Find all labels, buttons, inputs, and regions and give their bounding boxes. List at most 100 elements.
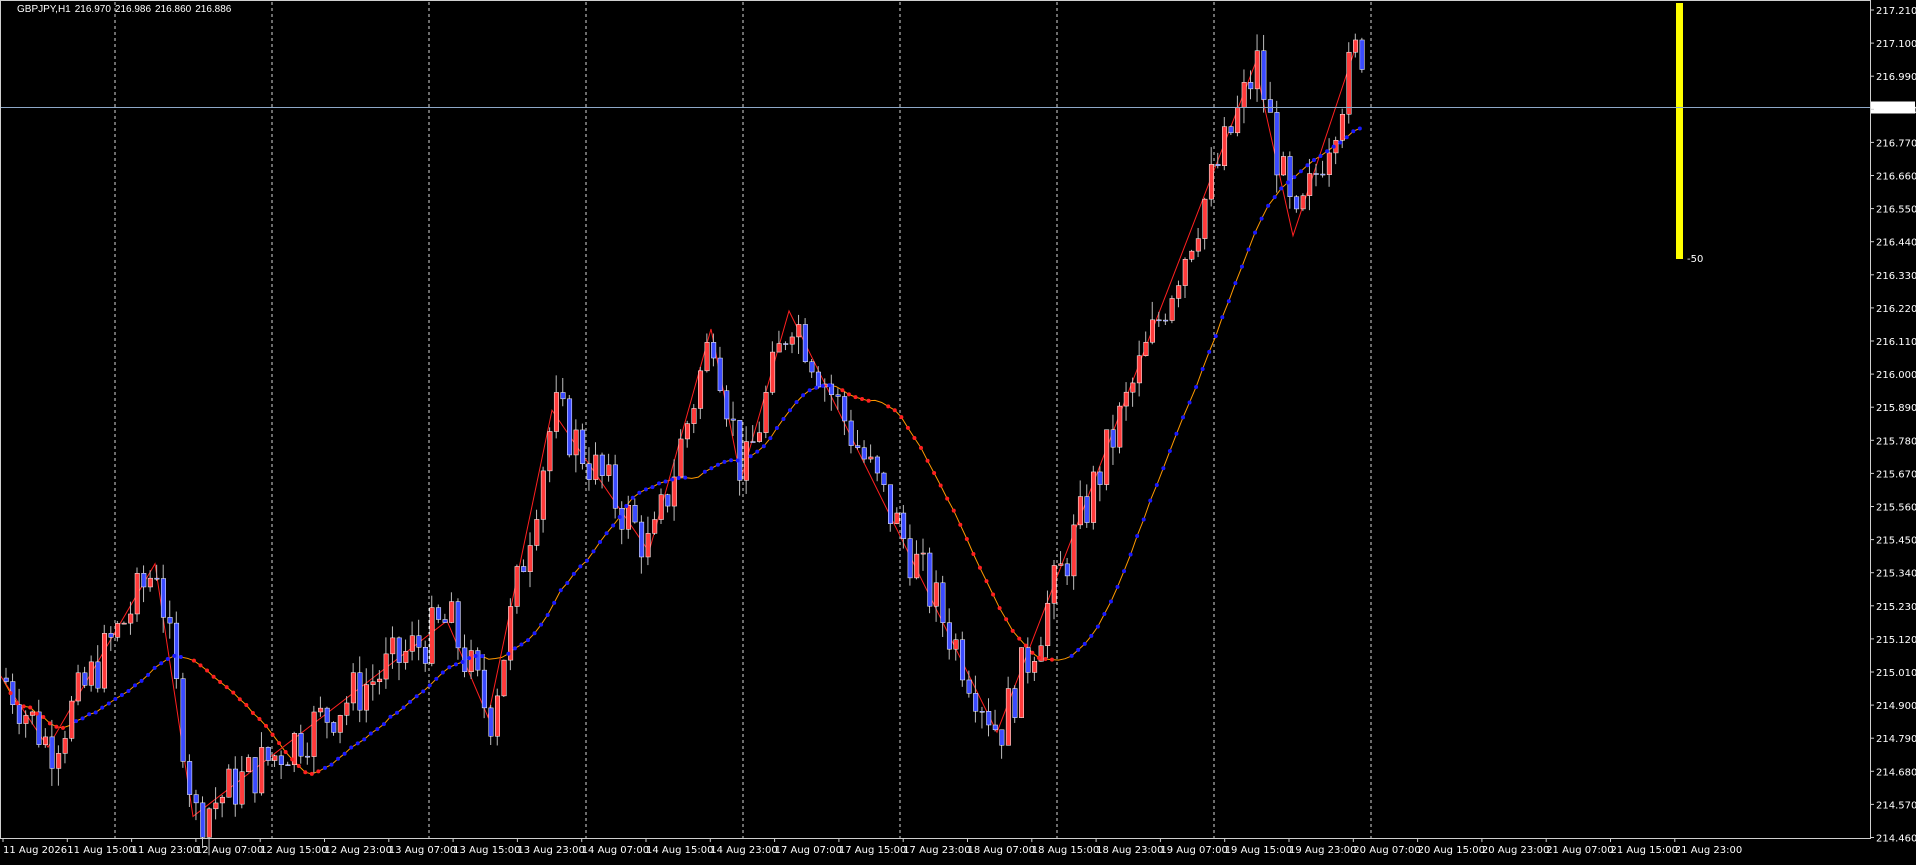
- price-axis-label: 217.210: [1876, 6, 1916, 17]
- candle-bear: [1163, 319, 1169, 322]
- trend-dot-down: [250, 711, 255, 716]
- candle-bear: [665, 494, 671, 507]
- trend-dot-up: [1108, 599, 1113, 604]
- trend-dot-down: [964, 536, 969, 541]
- trend-dot-up: [1292, 175, 1297, 180]
- trend-dot-down: [1017, 636, 1022, 641]
- trend-dot-up: [1285, 180, 1290, 185]
- candle-bull: [606, 464, 612, 476]
- trend-dot-down: [191, 658, 196, 663]
- axes-layer[interactable]: 217.210 217.100 216.990 216.880 216.770 216.6…: [0, 0, 1916, 857]
- candle-bull: [1045, 603, 1051, 647]
- trend-dot-up: [1272, 195, 1277, 200]
- time-axis-label: 20 Aug 15:00: [1418, 845, 1485, 856]
- time-axis-label: 12 Aug 15:00: [260, 845, 327, 856]
- trend-dot-up: [368, 731, 373, 736]
- candle-bear: [396, 637, 402, 663]
- price-axis-label: 216.550: [1876, 205, 1916, 216]
- candle-bull: [62, 738, 68, 754]
- trend-dot-up: [1266, 203, 1271, 208]
- candle-bull: [1150, 319, 1155, 343]
- chart-window[interactable]: -50 216.886 217.210 217.100 216.990 216.880…: [0, 0, 1916, 865]
- trend-dot-up: [1246, 247, 1251, 252]
- trend-dot-down: [971, 551, 976, 556]
- trend-dot-up: [630, 495, 635, 500]
- candle-bull: [1307, 173, 1313, 196]
- trend-dot-down: [866, 398, 871, 403]
- candle-bull: [514, 566, 520, 607]
- candle-bear: [1320, 173, 1326, 176]
- trend-dot-down: [264, 723, 268, 728]
- candle-bear: [750, 441, 756, 443]
- candle-bear: [999, 729, 1005, 746]
- candle-bull: [1051, 565, 1057, 604]
- trend-dot-down: [41, 714, 46, 719]
- candle-bull: [704, 342, 710, 372]
- trend-dot-up: [774, 425, 779, 430]
- candle-bull: [1077, 496, 1083, 526]
- trend-dot-down: [309, 771, 314, 776]
- trend-dot-up: [165, 657, 170, 662]
- candle-bear: [986, 711, 992, 726]
- candle-bull: [390, 637, 396, 655]
- candle-bear: [95, 661, 101, 689]
- candle-bear: [1313, 173, 1319, 175]
- candle-bull: [206, 808, 212, 838]
- price-axis-label: 215.230: [1876, 602, 1916, 613]
- candle-bear: [946, 622, 952, 650]
- trend-dot-down: [892, 408, 897, 413]
- candle-bear: [1267, 99, 1273, 113]
- price-axis-label: 216.110: [1876, 337, 1916, 348]
- candle-bear: [180, 678, 186, 762]
- candle-bull: [56, 753, 62, 769]
- trend-dot-down: [932, 471, 937, 476]
- trend-dot-up: [1305, 163, 1310, 168]
- candle-bear: [966, 679, 972, 694]
- candle-bull: [69, 700, 75, 739]
- candle-bear: [475, 650, 481, 671]
- open-price: 216.970: [74, 4, 111, 15]
- time-axis-label: 14 Aug 23:00: [710, 845, 777, 856]
- trend-dot-up: [1200, 367, 1205, 372]
- trend-dot-down: [925, 458, 930, 463]
- candle-bull: [350, 672, 356, 704]
- trend-dot-down: [919, 445, 923, 450]
- candle-bull: [547, 431, 553, 472]
- grid-layer: [114, 2, 1372, 838]
- candle-bear: [881, 472, 887, 485]
- candle-bull: [933, 582, 939, 607]
- candle-bull: [495, 695, 500, 737]
- candle-bear: [174, 622, 180, 679]
- price-axis-label: 216.330: [1876, 271, 1916, 282]
- candle-bear: [265, 747, 271, 761]
- trend-dot-up: [624, 503, 629, 508]
- candle-bear: [1156, 319, 1162, 322]
- candle-bull: [776, 343, 782, 353]
- candle-bull: [370, 681, 376, 685]
- trend-dot-down: [853, 395, 858, 400]
- trend-dot-down: [951, 508, 956, 513]
- candle-bear: [1261, 50, 1267, 100]
- trend-dot-up: [440, 670, 445, 675]
- trend-dot-down: [34, 711, 39, 716]
- low-price: 216.860: [155, 4, 192, 15]
- trend-dot-up: [87, 712, 92, 717]
- candle-bull: [272, 755, 278, 761]
- trend-dot-up: [532, 631, 537, 636]
- candle-bear: [1359, 39, 1365, 70]
- candle-bull: [213, 802, 219, 810]
- trend-dot-up: [735, 458, 740, 463]
- candle-bear: [809, 361, 815, 373]
- candle-bear: [298, 733, 304, 757]
- candle-bear: [599, 454, 605, 476]
- trend-dot-up: [526, 638, 530, 643]
- candle-bull: [757, 432, 762, 442]
- price-chart[interactable]: -50 216.886 217.210 217.100 216.990 216.880…: [0, 0, 1916, 865]
- candle-bear: [580, 429, 586, 464]
- candle-bull: [1005, 688, 1011, 746]
- candle-bear: [167, 617, 173, 624]
- plot-frame: [0, 0, 1871, 839]
- trend-dot-up: [1226, 299, 1231, 304]
- price-axis-label: 216.000: [1876, 370, 1916, 381]
- trend-dot-down: [60, 725, 65, 730]
